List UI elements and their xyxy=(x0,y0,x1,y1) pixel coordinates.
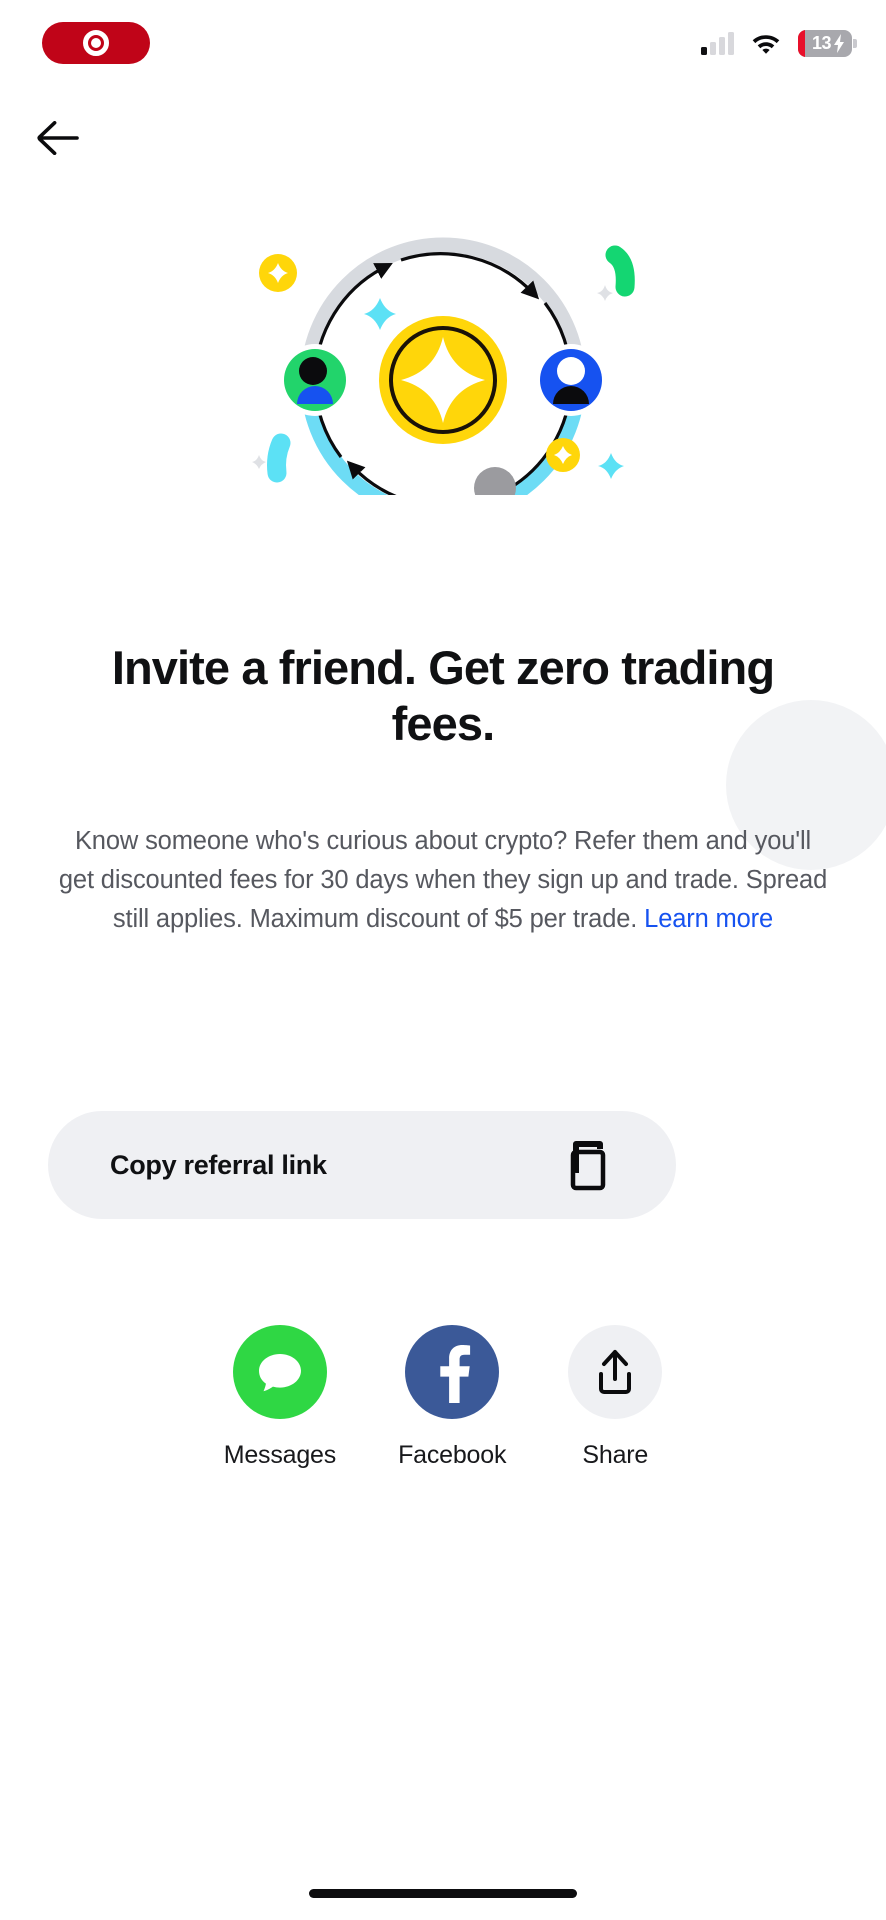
battery-charging-icon: 13 xyxy=(798,29,857,57)
arrow-left-icon xyxy=(37,121,79,155)
cellular-signal-icon xyxy=(701,31,734,55)
share-option-facebook[interactable]: Facebook xyxy=(398,1325,506,1470)
share-option-messages[interactable]: Messages xyxy=(224,1325,336,1470)
record-dot xyxy=(91,38,101,48)
referral-screen: 13 Invite a friend. Get zero trading fee… xyxy=(0,0,886,1920)
back-button[interactable] xyxy=(30,110,86,166)
share-upload-icon xyxy=(568,1325,663,1419)
learn-more-link[interactable]: Learn more xyxy=(644,905,773,933)
share-option-label: Messages xyxy=(223,1441,337,1469)
description-text: Know someone who's curious about crypto?… xyxy=(55,822,831,938)
share-option-label: Share xyxy=(582,1441,649,1469)
facebook-f-icon xyxy=(405,1325,500,1419)
home-indicator-bar[interactable] xyxy=(309,1889,577,1898)
record-icon xyxy=(83,30,109,56)
share-option-label: Facebook xyxy=(398,1441,507,1469)
page-title: Invite a friend. Get zero trading fees. xyxy=(111,641,775,750)
share-options-row: Messages Facebook Share xyxy=(0,1325,886,1470)
copy-referral-link-label: Copy referral link xyxy=(110,1149,327,1180)
referral-orbit-illustration xyxy=(0,205,886,505)
copy-referral-link-button[interactable]: Copy referral link xyxy=(48,1111,676,1219)
status-indicators: 13 xyxy=(701,29,857,57)
recording-pill[interactable] xyxy=(42,22,150,64)
messages-bubble-icon xyxy=(232,1325,327,1419)
share-option-share[interactable]: Share xyxy=(568,1325,663,1470)
charging-bolt-icon xyxy=(834,33,844,53)
status-bar: 13 xyxy=(0,0,886,86)
wifi-icon xyxy=(752,35,780,54)
copy-icon xyxy=(570,1141,606,1191)
